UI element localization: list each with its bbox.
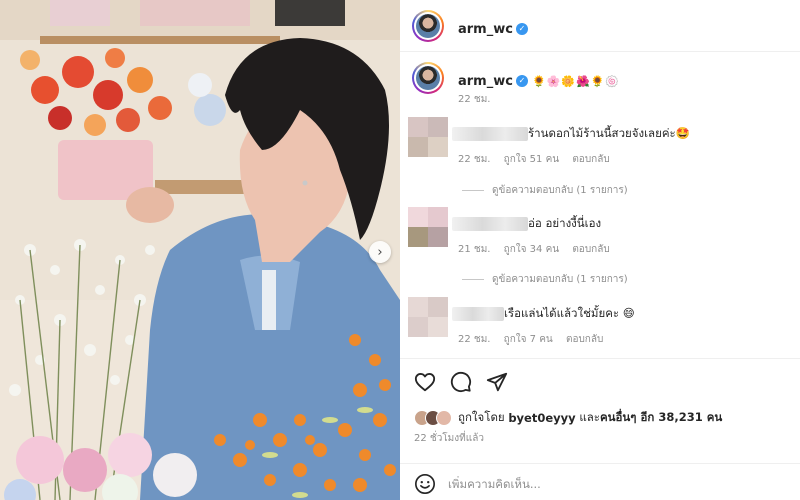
comment-text-row: ร้านดอกไม้ร้านนี้สวยจังเลยค่ะ🤩 xyxy=(452,125,690,143)
view-replies-text[interactable]: ดูข้อความตอบกลับ (1 รายการ) xyxy=(492,274,628,285)
comment-username-blurred[interactable] xyxy=(452,306,504,321)
comment-time: 22 ชม. xyxy=(458,334,491,345)
post-header: arm_wc ✓ xyxy=(400,0,800,52)
comment-reply-button[interactable]: ตอบกลับ xyxy=(566,334,603,345)
comment-reply-button[interactable]: ตอบกลับ xyxy=(572,154,609,165)
post-time-ago[interactable]: 22 ชั่วโมงที่แล้ว xyxy=(414,431,484,446)
post-image xyxy=(0,0,400,500)
post-side-panel: arm_wc ✓ arm_wc ✓ 🌻🌸🌼🌺🌻🍥 22 ชม. ร้านดอกไม้ร… xyxy=(400,0,800,500)
comment-text-row: เรือแล่นได้แล้วใช่มั้ยคะ 😄 xyxy=(452,305,635,323)
view-replies-link[interactable]: ดูข้อความตอบกลับ (1 รายการ) xyxy=(462,183,628,198)
liked-by-row: ถูกใจโดย byet0eyyy และ คนอื่นๆ อีก 38,231… xyxy=(414,409,722,427)
post-actions: ถูกใจโดย byet0eyyy และ คนอื่นๆ อีก 38,231… xyxy=(400,358,800,500)
liker-avatars xyxy=(414,410,452,426)
comment-reply-button[interactable]: ตอบกลับ xyxy=(572,244,609,255)
comment-text: ร้านดอกไม้ร้านนี้สวยจังเลยค่ะ🤩 xyxy=(528,126,691,140)
comment-meta: 21 ชม. ถูกใจ 34 คน ตอบกลับ xyxy=(458,242,620,257)
verified-badge-icon: ✓ xyxy=(515,74,528,87)
comment-username-blurred[interactable] xyxy=(452,126,528,141)
author-username[interactable]: arm_wc xyxy=(458,22,513,37)
comment-meta: 22 ชม. ถูกใจ 7 คน ตอบกลับ xyxy=(458,332,613,347)
add-comment-input[interactable] xyxy=(448,474,778,494)
comment-likes[interactable]: ถูกใจ 51 คน xyxy=(504,154,559,165)
action-icons xyxy=(414,371,508,393)
comment-username-blurred[interactable] xyxy=(452,216,528,231)
liked-by-prefix: ถูกใจโดย xyxy=(458,410,505,424)
liked-by-others[interactable]: คนอื่นๆ อีก 38,231 คน xyxy=(600,409,722,427)
caption-avatar[interactable] xyxy=(412,62,444,94)
comment-avatar[interactable] xyxy=(408,207,448,247)
post-photo[interactable]: › xyxy=(0,0,400,500)
caption-line: arm_wc ✓ 🌻🌸🌼🌺🌻🍥 xyxy=(458,70,620,89)
add-comment-bar xyxy=(400,463,800,500)
heart-icon[interactable] xyxy=(414,371,436,393)
caption-username[interactable]: arm_wc xyxy=(458,74,513,89)
comment-time: 22 ชม. xyxy=(458,154,491,165)
view-replies-text[interactable]: ดูข้อความตอบกลับ (1 รายการ) xyxy=(492,185,628,196)
replies-divider xyxy=(462,189,484,191)
liked-by-user[interactable]: byet0eyyy xyxy=(508,411,575,425)
author-name-row: arm_wc ✓ xyxy=(458,18,528,37)
share-icon[interactable] xyxy=(486,371,508,393)
chevron-right-icon: › xyxy=(377,244,383,260)
smile-icon[interactable] xyxy=(414,473,436,495)
view-replies-link[interactable]: ดูข้อความตอบกลับ (1 รายการ) xyxy=(462,272,628,287)
comment-likes[interactable]: ถูกใจ 7 คน xyxy=(504,334,553,345)
comment-time: 21 ชม. xyxy=(458,244,491,255)
caption-text: 🌻🌸🌼🌺🌻🍥 xyxy=(531,75,621,88)
caption-time: 22 ชม. xyxy=(458,94,491,105)
comment-avatar[interactable] xyxy=(408,297,448,337)
comment-likes[interactable]: ถูกใจ 34 คน xyxy=(504,244,559,255)
liked-by-middle: และ xyxy=(579,410,600,424)
comment-text: เรือแล่นได้แล้วใช่มั้ยคะ 😄 xyxy=(504,306,635,320)
author-avatar[interactable] xyxy=(412,10,444,42)
comment-text: อ่อ อย่างงี้นี่เอง xyxy=(528,216,602,230)
verified-badge-icon: ✓ xyxy=(515,22,528,35)
comment-icon[interactable] xyxy=(450,371,472,393)
replies-divider xyxy=(462,278,484,280)
comment-avatar[interactable] xyxy=(408,117,448,157)
comment-meta: 22 ชม. ถูกใจ 51 คน ตอบกลับ xyxy=(458,152,620,167)
comment-text-row: อ่อ อย่างงี้นี่เอง xyxy=(452,215,601,233)
next-photo-button[interactable]: › xyxy=(369,241,391,263)
